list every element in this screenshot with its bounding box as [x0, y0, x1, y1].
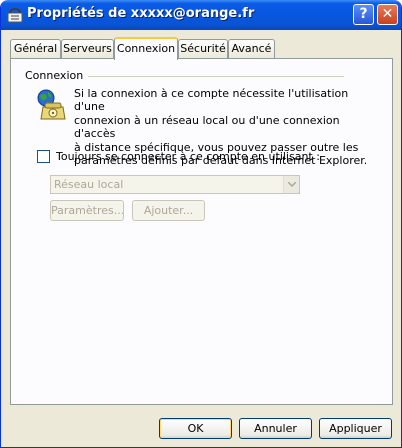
phone-globe-icon [37, 89, 66, 120]
connection-select-value: Réseau local [54, 178, 124, 191]
connection-select[interactable]: Réseau local [50, 175, 300, 194]
always-connect-label[interactable]: Toujours se connecter à ce compte en uti… [56, 150, 320, 163]
dropdown-arrow[interactable] [283, 176, 299, 193]
help-button[interactable]: ? [353, 4, 374, 25]
tab-general[interactable]: Général [10, 39, 61, 58]
apply-button[interactable]: Appliquer [319, 418, 392, 439]
close-button[interactable]: ✕ [377, 4, 398, 25]
connection-panel: Connexion Si la connexion à ce compte né… [10, 58, 393, 405]
always-connect-checkbox[interactable] [37, 150, 50, 163]
info-line: connexion à un réseau local ou d'une con… [74, 113, 340, 141]
tab-security[interactable]: Sécurité [178, 39, 228, 58]
cancel-button[interactable]: Annuler [239, 418, 312, 439]
properties-dialog: Propriétés de xxxxx@orange.fr ? ✕ Généra… [0, 0, 402, 448]
tab-advanced[interactable]: Avancé [228, 39, 275, 58]
tab-servers[interactable]: Serveurs [61, 39, 114, 58]
add-button[interactable]: Ajouter... [132, 200, 205, 221]
connection-group-label: Connexion [25, 69, 84, 82]
ok-button[interactable]: OK [159, 418, 232, 439]
info-line: Si la connexion à ce compte nécessite l'… [74, 87, 349, 114]
settings-button[interactable]: Paramètres... [50, 200, 124, 221]
group-divider [88, 76, 344, 77]
account-properties-icon [7, 7, 23, 23]
tab-connection[interactable]: Connexion [114, 37, 178, 60]
title-bar[interactable]: Propriétés de xxxxx@orange.fr ? ✕ [1, 0, 401, 30]
window-title: Propriétés de xxxxx@orange.fr [27, 6, 255, 21]
chevron-down-icon [288, 182, 296, 187]
